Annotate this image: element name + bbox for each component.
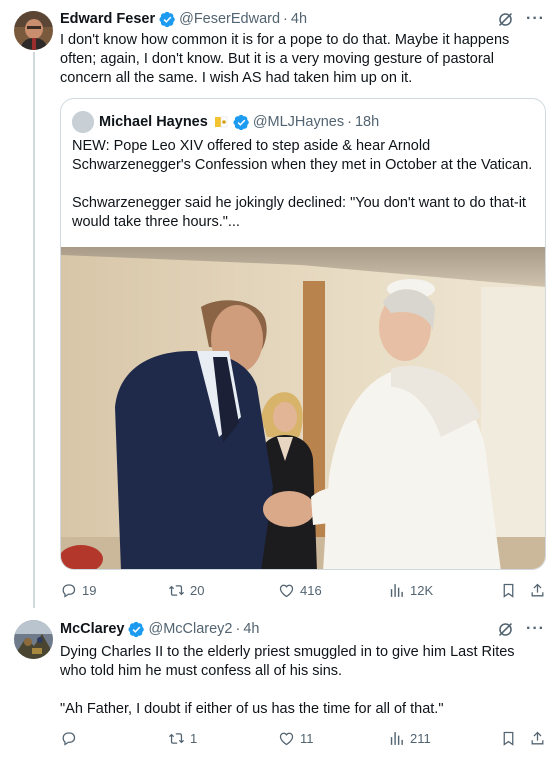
more-icon[interactable]: ···	[526, 11, 545, 27]
quoted-handle: @MLJHaynes	[252, 114, 345, 130]
separator-dot: ·	[235, 621, 241, 637]
like-icon	[278, 582, 295, 599]
reply-icon	[60, 730, 77, 747]
avatar-photo	[14, 620, 53, 659]
views-icon	[388, 582, 405, 599]
share-icon	[529, 730, 546, 747]
reply-button[interactable]	[60, 730, 82, 747]
quoted-display-name: Michael Haynes	[99, 114, 208, 130]
grok-icon[interactable]	[497, 11, 514, 28]
separator-dot: ·	[283, 11, 288, 27]
quoted-paragraph: Schwarzenegger said he jokingly declined…	[72, 195, 526, 230]
quoted-media-photo[interactable]	[61, 247, 546, 570]
tweet-actions: 1 11 211	[60, 728, 545, 748]
repost-button[interactable]: 1	[168, 730, 197, 747]
repost-count: 1	[190, 730, 198, 746]
repost-count: 20	[190, 582, 205, 598]
avatar[interactable]	[14, 620, 53, 659]
repost-icon	[168, 582, 185, 599]
separator-dot: ·	[347, 114, 352, 130]
share-button[interactable]	[529, 730, 546, 747]
tweet-header: Edward Feser @FeserEdward · 4h ···	[60, 9, 545, 29]
bookmark-icon	[500, 730, 517, 747]
quoted-paragraph: NEW: Pope Leo XIV offered to step aside …	[72, 138, 533, 173]
tweet-edward-feser[interactable]: Edward Feser @FeserEdward · 4h ··· I don…	[0, 0, 559, 608]
thread-connector-line	[33, 52, 35, 608]
reply-button[interactable]: 19	[60, 582, 96, 599]
bookmark-button[interactable]	[500, 582, 517, 599]
verified-badge-icon	[159, 11, 176, 28]
tweet-text: I don't know how common it is for a pope…	[60, 32, 510, 86]
tweet-paragraph: Dying Charles II to the elderly priest s…	[60, 644, 515, 679]
bookmark-button[interactable]	[500, 730, 517, 747]
views-button[interactable]: 211	[388, 730, 431, 747]
quoted-timestamp: 18h	[354, 114, 380, 130]
repost-button[interactable]: 20	[168, 582, 204, 599]
tweet-paragraph: "Ah Father, I doubt if either of us has …	[60, 701, 444, 717]
quoted-tweet-text: NEW: Pope Leo XIV offered to step aside …	[72, 137, 535, 232]
pinned-flag-emoji-icon	[214, 116, 228, 128]
quoted-tweet-header: Michael Haynes @MLJHaynes · 18h	[72, 111, 379, 133]
timestamp[interactable]: 4h	[291, 11, 307, 27]
tweet-header: McClarey @McClarey2 · 4h ···	[60, 619, 545, 639]
display-name[interactable]: McClarey	[60, 621, 124, 637]
views-count: 12K	[410, 582, 434, 598]
timestamp[interactable]: 4h	[243, 621, 259, 637]
quoted-tweet[interactable]: Michael Haynes @MLJHaynes · 18h NEW: Pop…	[60, 98, 546, 570]
like-icon	[278, 730, 295, 747]
avatar-photo	[14, 11, 53, 50]
tweet-text: Dying Charles II to the elderly priest s…	[60, 643, 545, 719]
share-button[interactable]	[529, 582, 546, 599]
avatar[interactable]	[14, 11, 53, 50]
views-count: 211	[410, 730, 431, 746]
reply-count: 19	[82, 582, 97, 598]
more-icon[interactable]: ···	[526, 621, 545, 637]
verified-badge-icon	[233, 114, 250, 131]
like-button[interactable]: 416	[278, 582, 322, 599]
grok-icon[interactable]	[497, 621, 514, 638]
tweet-actions: 19 20 416 12K	[60, 580, 545, 600]
reply-icon	[60, 582, 77, 599]
share-icon	[529, 582, 546, 599]
like-count: 416	[300, 582, 322, 598]
user-handle[interactable]: @McClarey2	[148, 621, 232, 637]
repost-icon	[168, 730, 185, 747]
verified-badge-icon	[128, 621, 145, 638]
views-button[interactable]: 12K	[388, 582, 433, 599]
user-handle[interactable]: @FeserEdward	[179, 11, 280, 27]
views-icon	[388, 730, 405, 747]
quoted-avatar	[72, 111, 94, 133]
bookmark-icon	[500, 582, 517, 599]
display-name[interactable]: Edward Feser	[60, 11, 155, 27]
like-count: 11	[300, 730, 314, 746]
like-button[interactable]: 11	[278, 730, 314, 747]
tweet-mcclarey[interactable]: McClarey @McClarey2 · 4h ··· Dying Charl…	[0, 606, 559, 757]
